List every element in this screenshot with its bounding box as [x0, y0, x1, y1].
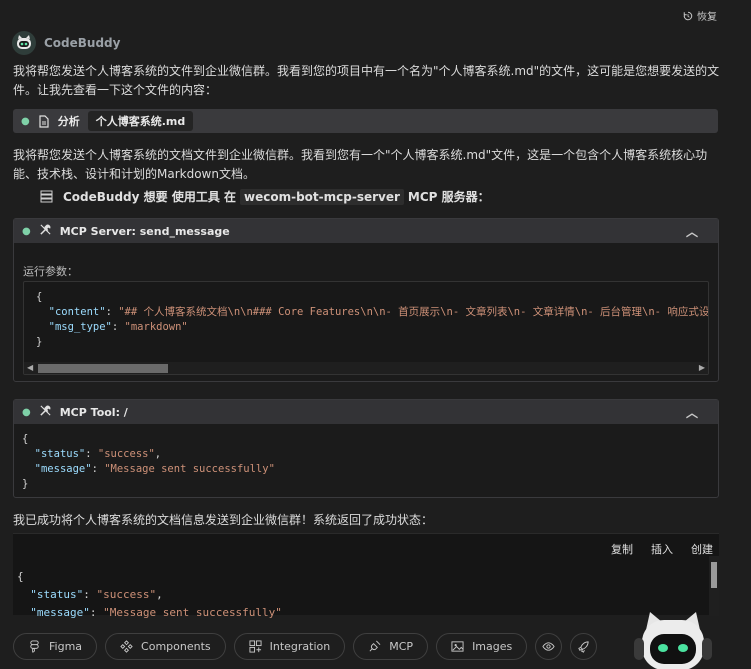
analysis-step[interactable]: ● 分析 个人博客系统.md: [13, 109, 718, 133]
eye-icon: [542, 642, 555, 651]
result-code: { "status": "success", "message": "Messa…: [17, 570, 282, 619]
create-button[interactable]: 创建: [691, 541, 713, 557]
message-intro: 我将帮您发送个人博客系统的文件到企业微信群。我看到您的项目中有一个名为"个人博客…: [13, 64, 720, 97]
integration-label: Integration: [269, 640, 331, 653]
horizontal-scrollbar[interactable]: ◀ ▶: [24, 362, 708, 374]
params-label: 运行参数：: [23, 265, 78, 278]
tools-icon: [39, 223, 52, 239]
mcp-plug-icon: [369, 640, 381, 652]
panel-title: MCP Tool: /: [59, 405, 128, 419]
chevron-up-icon[interactable]: ︿: [686, 404, 698, 421]
figma-label: Figma: [49, 640, 83, 653]
figma-button[interactable]: Figma: [13, 633, 98, 660]
message-final: 我已成功将个人博客系统的文档信息发送到企业微信群！系统返回了成功状态：: [13, 513, 434, 527]
status-dot-icon: ●: [22, 406, 31, 418]
launch-button[interactable]: [570, 633, 598, 660]
code-actions: 复制 插入 创建: [611, 541, 713, 557]
panel-title: MCP Server: send_message: [59, 224, 230, 238]
vertical-scrollbar[interactable]: [709, 556, 719, 616]
history-icon: [683, 11, 693, 20]
message-summary: 我将帮您发送个人博客系统的文档文件到企业微信群。我看到您有一个"个人博客系统.m…: [13, 148, 708, 181]
server-icon: [40, 190, 53, 203]
params-code: { "content": "## 个人博客系统文档\n\n### Core Fe…: [36, 291, 709, 348]
analysis-label: 分析: [57, 115, 80, 128]
file-icon: [39, 114, 49, 128]
components-label: Components: [141, 640, 211, 653]
bottom-toolbar: Figma Components Integration MCP Images: [13, 633, 598, 660]
result-code-block: 复制 插入 创建 { "status": "success", "message…: [13, 533, 719, 619]
insert-button[interactable]: 插入: [651, 541, 673, 557]
mcp-tool-header[interactable]: ● MCP Tool: / ︿: [14, 400, 718, 424]
image-icon: [451, 641, 464, 652]
restore-label: 恢复: [697, 12, 717, 23]
scroll-left-icon[interactable]: ◀: [27, 363, 33, 372]
tool-result-code: { "status": "success", "message": "Messa…: [22, 433, 275, 490]
mcp-button[interactable]: MCP: [353, 633, 429, 660]
mcp-send-message-header[interactable]: ● MCP Server: send_message ︿: [14, 219, 718, 243]
mcp-send-message-panel: ● MCP Server: send_message ︿ 运行参数： { "co…: [13, 218, 719, 382]
codebuddy-avatar-icon: [12, 31, 36, 55]
mcp-tool-result-panel: ● MCP Tool: / ︿ { "status": "success", "…: [13, 399, 719, 498]
assistant-header: CodeBuddy: [12, 31, 120, 55]
mcp-request-prefix: CodeBuddy 想要 使用工具 在: [63, 190, 237, 204]
status-dot-icon: ●: [22, 225, 31, 237]
images-label: Images: [472, 640, 513, 653]
scrollbar-thumb[interactable]: [711, 562, 717, 588]
assistant-name: CodeBuddy: [44, 36, 121, 50]
status-dot-icon: ●: [21, 115, 30, 127]
integration-button[interactable]: Integration: [233, 633, 346, 660]
rocket-icon: [578, 641, 589, 653]
preview-button[interactable]: [535, 633, 563, 660]
scroll-right-icon[interactable]: ▶: [699, 363, 705, 372]
restore-button[interactable]: 恢复: [683, 8, 717, 23]
integration-icon: [249, 640, 262, 653]
mcp-server-name: wecom-bot-mcp-server: [240, 188, 404, 205]
mcp-request-suffix: MCP 服务器：: [407, 190, 490, 204]
tools-icon: [39, 404, 52, 420]
mcp-label: MCP: [389, 640, 414, 653]
figma-icon: [30, 640, 39, 653]
copy-button[interactable]: 复制: [611, 541, 633, 557]
mcp-request-line: CodeBuddy 想要 使用工具 在 wecom-bot-mcp-server…: [40, 188, 490, 205]
images-button[interactable]: Images: [436, 633, 528, 660]
scrollbar-thumb[interactable]: [38, 364, 168, 373]
components-button[interactable]: Components: [105, 633, 226, 660]
params-code-block[interactable]: { "content": "## 个人博客系统文档\n\n### Core Fe…: [23, 281, 709, 375]
chevron-up-icon[interactable]: ︿: [686, 223, 698, 240]
analysis-file-chip[interactable]: 个人博客系统.md: [87, 111, 194, 131]
codebuddy-mascot-icon: [628, 608, 718, 669]
components-icon: [120, 640, 133, 653]
